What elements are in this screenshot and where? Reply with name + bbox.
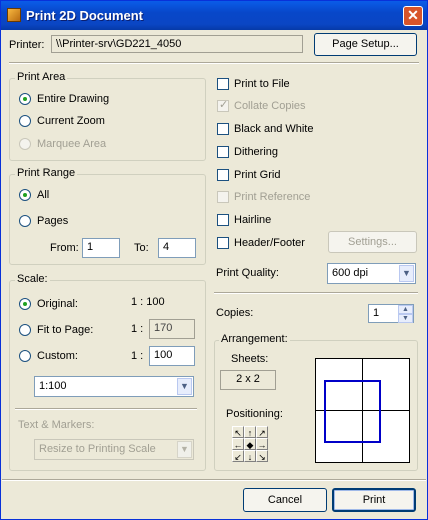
top-separator — [9, 62, 419, 64]
copies-decrement-button[interactable]: ▼ — [398, 314, 413, 323]
text-markers-value: Resize to Printing Scale — [39, 443, 156, 455]
print-grid-checkbox[interactable] — [217, 169, 229, 181]
align-bottom-left-icon[interactable]: ↙ — [232, 450, 244, 462]
print-quality-dropdown[interactable]: 600 dpi ▼ — [327, 263, 416, 284]
entire-drawing-label[interactable]: Entire Drawing — [37, 93, 109, 105]
align-bottom-icon[interactable]: ↓ — [244, 450, 256, 462]
dithering-label[interactable]: Dithering — [234, 146, 278, 158]
print-button[interactable]: Print — [332, 488, 416, 512]
original-scale-label[interactable]: Original: — [37, 298, 78, 310]
print-reference-checkbox[interactable] — [217, 191, 229, 203]
from-label: From: — [50, 242, 79, 254]
collate-copies-label[interactable]: Collate Copies — [234, 100, 306, 112]
positioning-grid: ↖ ↑ ↗ ← ◆ → ↙ ↓ ↘ — [232, 426, 268, 462]
pages-label[interactable]: Pages — [37, 215, 68, 227]
dithering-checkbox[interactable] — [217, 146, 229, 158]
from-page-input[interactable]: 1 — [82, 238, 120, 258]
align-bottom-right-icon[interactable]: ↘ — [256, 450, 268, 462]
text-markers-label: Text & Markers: — [18, 419, 95, 431]
black-and-white-checkbox[interactable] — [217, 123, 229, 135]
original-scale-value: 1 : 100 — [131, 296, 165, 308]
pages-radio[interactable] — [19, 215, 31, 227]
page-setup-button[interactable]: Page Setup... — [314, 33, 417, 56]
to-page-input[interactable]: 4 — [158, 238, 196, 258]
align-right-icon[interactable]: → — [256, 438, 268, 450]
text-markers-dropdown[interactable]: Resize to Printing Scale ▼ — [34, 439, 194, 460]
print-area-title: Print Area — [15, 71, 68, 83]
collate-copies-checkbox[interactable] — [217, 98, 229, 112]
scale-preset-dropdown[interactable]: 1:100 ▼ — [34, 376, 194, 397]
chevron-up-icon: ▲ — [402, 306, 409, 313]
fit-to-page-radio[interactable] — [19, 324, 31, 336]
print-dialog: Print 2D Document ✕ Printer: \\Printer-s… — [0, 0, 428, 520]
sheets-label: Sheets: — [231, 353, 269, 365]
print-quality-label: Print Quality: — [216, 267, 279, 279]
sheet-preview — [315, 358, 410, 463]
chevron-down-icon: ▼ — [177, 441, 192, 458]
bottom-separator — [2, 479, 426, 481]
black-and-white-label[interactable]: Black and White — [234, 123, 313, 135]
arrangement-title: Arrangement: — [219, 333, 290, 345]
marquee-area-label[interactable]: Marquee Area — [37, 138, 106, 150]
chevron-down-icon: ▼ — [399, 265, 414, 282]
marquee-area-radio[interactable] — [19, 138, 31, 150]
align-top-right-icon[interactable]: ↗ — [256, 426, 268, 438]
all-pages-label[interactable]: All — [37, 189, 49, 201]
chevron-down-icon: ▼ — [177, 378, 192, 395]
custom-scale-label[interactable]: Custom: — [37, 350, 78, 362]
to-label: To: — [134, 242, 149, 254]
copies-increment-button[interactable]: ▲ — [398, 305, 413, 314]
hairline-checkbox[interactable] — [217, 214, 229, 226]
printer-name-field: \\Printer-srv\GD221_4050 — [51, 35, 303, 53]
original-scale-radio[interactable] — [19, 298, 31, 310]
title-bar: Print 2D Document ✕ — [1, 1, 427, 30]
app-icon — [7, 8, 21, 22]
align-center-icon[interactable]: ◆ — [244, 438, 256, 450]
window-title: Print 2D Document — [26, 8, 144, 23]
print-to-file-label[interactable]: Print to File — [234, 78, 290, 90]
copies-label: Copies: — [216, 307, 254, 319]
quality-separator — [214, 292, 418, 294]
current-zoom-radio[interactable] — [19, 115, 31, 127]
custom-scale-input[interactable]: 100 — [149, 346, 195, 366]
align-top-left-icon[interactable]: ↖ — [232, 426, 244, 438]
custom-scale-prefix: 1 : — [131, 350, 144, 362]
sheets-value: 2 x 2 — [220, 370, 276, 390]
positioning-label: Positioning: — [226, 408, 283, 420]
header-footer-label[interactable]: Header/Footer — [234, 237, 305, 249]
close-button[interactable]: ✕ — [403, 6, 423, 26]
print-quality-value: 600 dpi — [332, 267, 369, 279]
printer-label: Printer: — [9, 39, 45, 51]
current-zoom-label[interactable]: Current Zoom — [37, 115, 105, 127]
scale-preset-value: 1:100 — [39, 380, 67, 392]
header-footer-checkbox[interactable] — [217, 237, 229, 249]
align-top-icon[interactable]: ↑ — [244, 426, 256, 438]
chevron-down-icon: ▼ — [402, 315, 409, 322]
align-left-icon[interactable]: ← — [232, 438, 244, 450]
print-grid-label[interactable]: Print Grid — [234, 169, 280, 181]
fit-scale-value: 170 — [149, 319, 195, 339]
fit-to-page-label[interactable]: Fit to Page: — [37, 324, 93, 336]
print-range-title: Print Range — [15, 167, 78, 179]
cancel-button[interactable]: Cancel — [243, 488, 327, 512]
close-icon: ✕ — [407, 7, 419, 23]
scale-title: Scale: — [15, 273, 50, 285]
custom-scale-radio[interactable] — [19, 350, 31, 362]
header-footer-settings-button[interactable]: Settings... — [328, 231, 417, 253]
entire-drawing-radio[interactable] — [19, 93, 31, 105]
print-to-file-checkbox[interactable] — [217, 78, 229, 90]
print-reference-label[interactable]: Print Reference — [234, 191, 310, 203]
fit-scale-prefix: 1 : — [131, 323, 144, 335]
scale-separator — [15, 408, 197, 410]
all-pages-radio[interactable] — [19, 189, 31, 201]
hairline-label[interactable]: Hairline — [234, 214, 271, 226]
